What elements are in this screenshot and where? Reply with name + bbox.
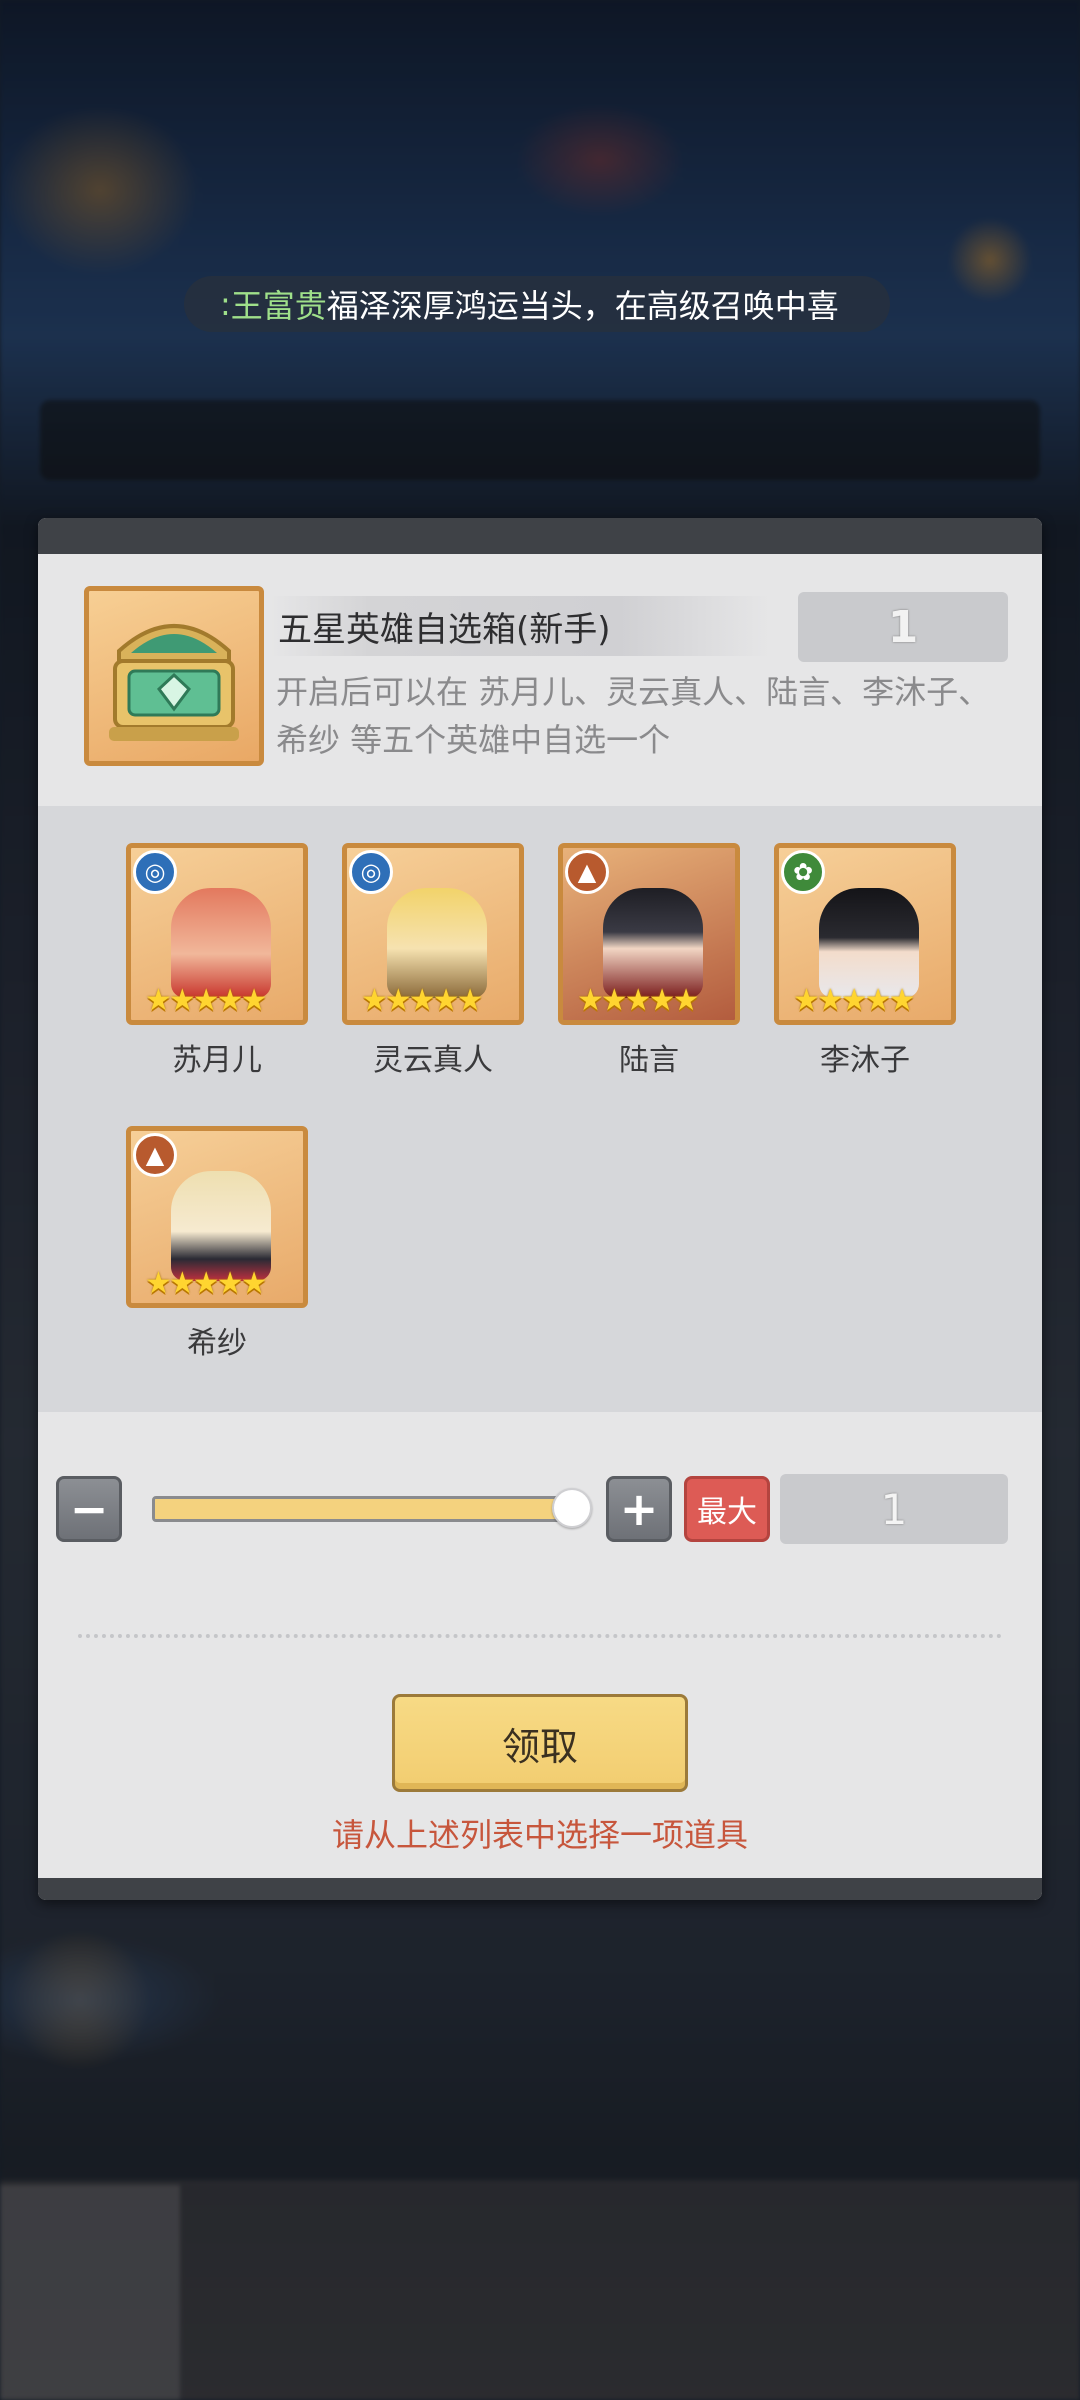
water-element-icon: ◎ — [133, 850, 177, 894]
slider-thumb[interactable] — [552, 1488, 592, 1528]
wood-element-icon: ✿ — [781, 850, 825, 894]
star-rating: ★★★★★ — [577, 983, 699, 1018]
treasure-chest-icon — [84, 586, 264, 766]
fire-element-icon: ▲ — [133, 1133, 177, 1177]
fire-element-icon: ▲ — [565, 850, 609, 894]
star-rating: ★★★★★ — [361, 983, 483, 1018]
claim-button[interactable]: 领取 — [392, 1694, 688, 1792]
dialog-bottom-bar — [38, 1878, 1042, 1900]
announcement-marquee: : 王富贵 福泽深厚鸿运当头，在高级召唤中喜 — [184, 276, 890, 332]
quantity-slider[interactable] — [152, 1496, 572, 1522]
owned-count: 1 — [798, 592, 1008, 662]
hero-card-xi-sha[interactable]: ▲ ★★★★★ 希纱 — [126, 1126, 308, 1362]
hero-card-lu-yan[interactable]: ▲ ★★★★★ 陆言 — [558, 843, 740, 1079]
marquee-message: 福泽深厚鸿运当头，在高级召唤中喜 — [326, 287, 839, 325]
star-rating: ★★★★★ — [793, 983, 915, 1018]
hero-card-li-mu-zi[interactable]: ✿ ★★★★★ 李沐子 — [774, 843, 956, 1079]
hero-card-su-yue-er[interactable]: ◎ ★★★★★ 苏月儿 — [126, 843, 308, 1079]
hero-name: 陆言 — [619, 1043, 679, 1078]
dotted-divider — [78, 1634, 1002, 1638]
item-title: 五星英雄自选箱(新手) — [278, 610, 611, 650]
quantity-display: 1 — [780, 1474, 1008, 1544]
marquee-prefix: : — [220, 285, 231, 323]
hero-name: 李沐子 — [820, 1043, 910, 1078]
selection-hint: 请从上述列表中选择一项道具 — [331, 1816, 748, 1854]
hero-selection-panel: ◎ ★★★★★ 苏月儿 ◎ ★★★★★ 灵云真人 ▲ ★★★★★ 陆言 ✿ ★★… — [38, 806, 1042, 1412]
decrease-quantity-button[interactable]: − — [56, 1476, 122, 1542]
water-element-icon: ◎ — [349, 850, 393, 894]
hero-portrait: ✿ ★★★★★ — [774, 843, 956, 1025]
marquee-player-name: 王富贵 — [230, 287, 327, 325]
hero-name: 灵云真人 — [373, 1043, 493, 1078]
hero-name: 苏月儿 — [172, 1043, 262, 1078]
max-quantity-button[interactable]: 最大 — [684, 1476, 770, 1542]
item-select-dialog: 五星英雄自选箱(新手) 1 开启后可以在 苏月儿、灵云真人、陆言、李沐子、希纱 … — [38, 518, 1042, 1900]
hero-portrait: ◎ ★★★★★ — [342, 843, 524, 1025]
slider-fill — [155, 1499, 569, 1519]
item-description: 开启后可以在 苏月儿、灵云真人、陆言、李沐子、希纱 等五个英雄中自选一个 — [276, 673, 991, 759]
dialog-top-bar — [38, 518, 1042, 554]
hero-portrait: ▲ ★★★★★ — [126, 1126, 308, 1308]
hero-portrait: ◎ ★★★★★ — [126, 843, 308, 1025]
increase-quantity-button[interactable]: + — [606, 1476, 672, 1542]
hero-portrait: ▲ ★★★★★ — [558, 843, 740, 1025]
hero-card-ling-yun-zhen-ren[interactable]: ◎ ★★★★★ 灵云真人 — [342, 843, 524, 1079]
hero-name: 希纱 — [187, 1326, 247, 1361]
star-rating: ★★★★★ — [145, 983, 267, 1018]
star-rating: ★★★★★ — [145, 1266, 267, 1301]
